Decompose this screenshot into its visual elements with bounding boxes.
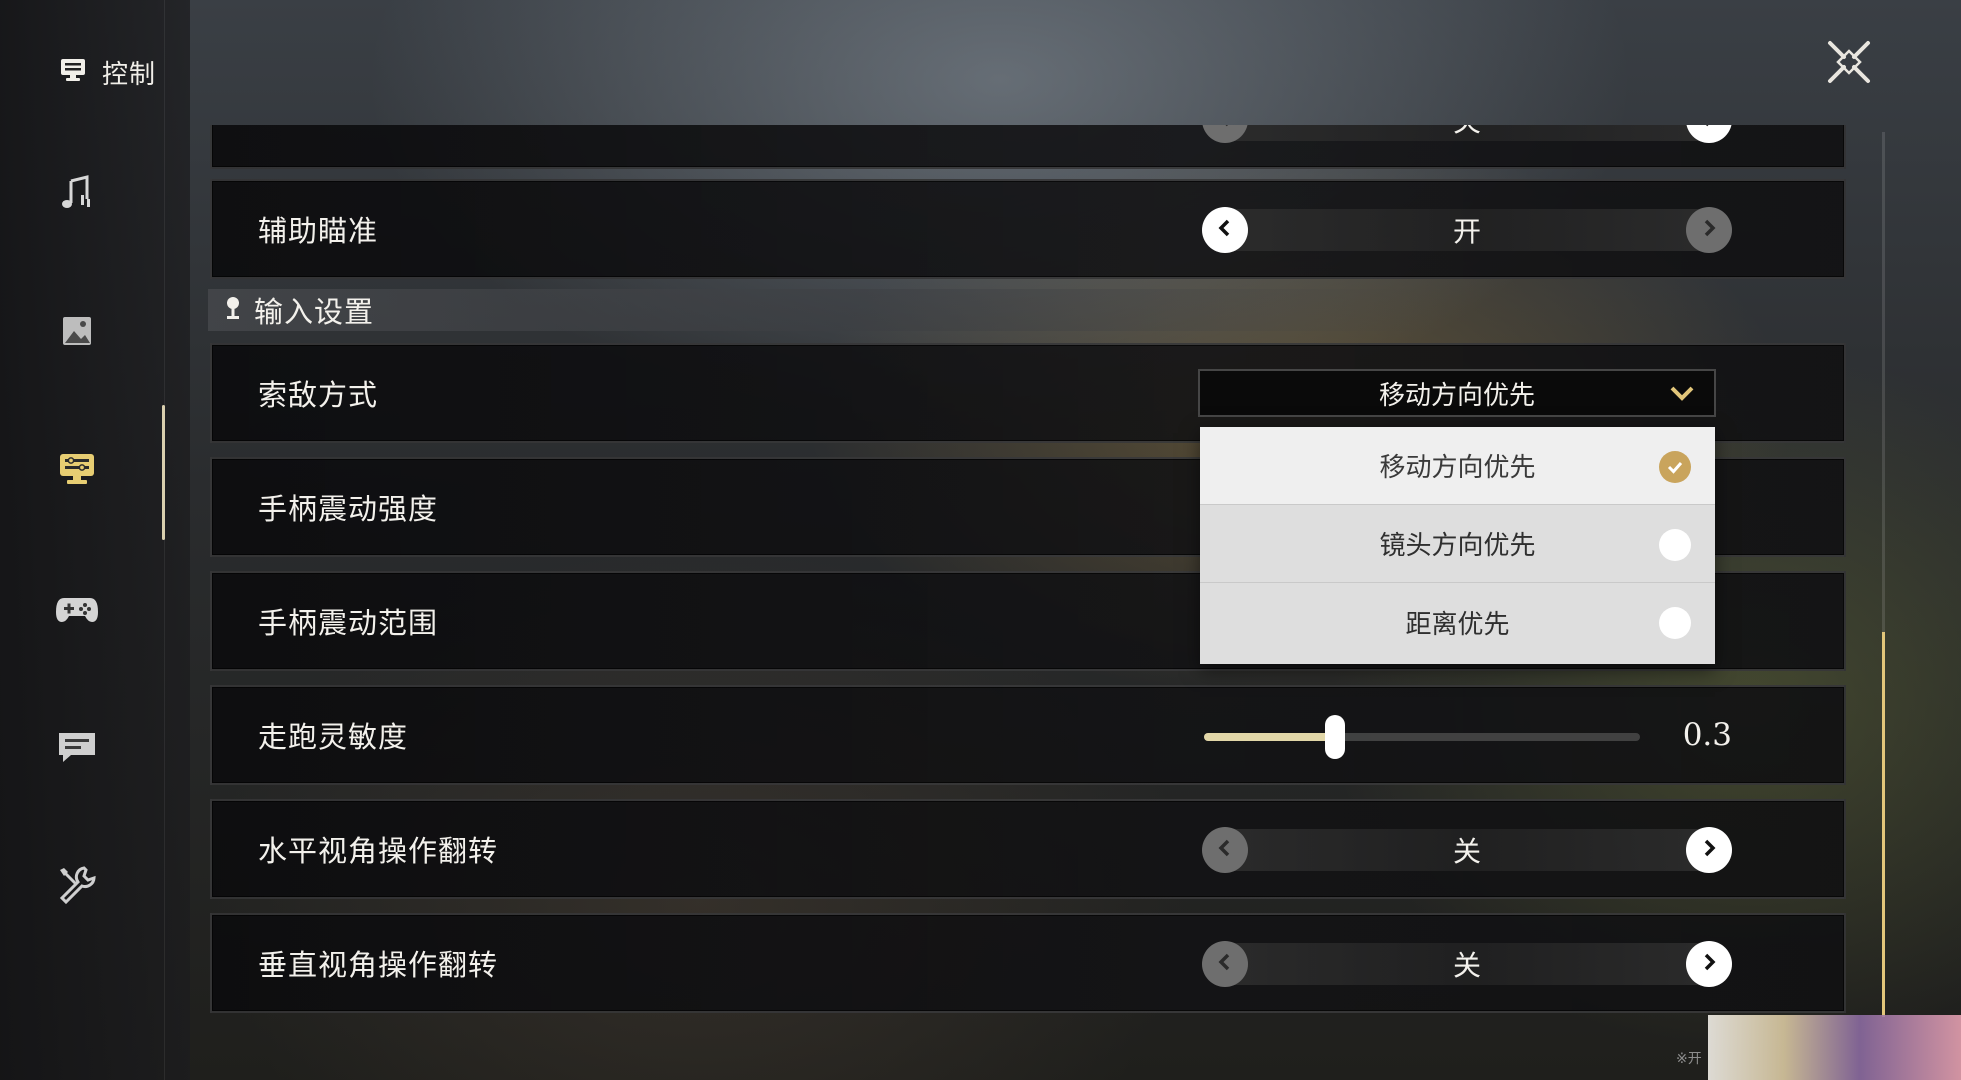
invert-vertical-toggle: 关: [1202, 941, 1732, 987]
gamepad-icon: [54, 588, 100, 632]
check-icon: [1659, 451, 1691, 483]
chevron-right-icon: [1699, 838, 1719, 862]
chevron-down-icon: [1668, 381, 1696, 405]
slider-thumb[interactable]: [1324, 715, 1345, 759]
control-settings-icon: [58, 55, 88, 89]
next-option-button[interactable]: [1686, 941, 1732, 987]
invert-horizontal-toggle: 关: [1202, 827, 1732, 873]
toggle-value: 关: [1452, 949, 1481, 982]
chat-bubble-icon: [55, 727, 99, 771]
sidebar-item-graphics[interactable]: [52, 308, 102, 358]
chevron-right-icon: [1699, 218, 1719, 242]
close-icon: [1824, 37, 1874, 91]
chevron-left-icon: [1215, 218, 1235, 242]
toggle-value: 关: [1248, 125, 1686, 143]
settings-row-partial: 关: [210, 125, 1846, 169]
target-mode-options: 移动方向优先 镜头方向优先 距离优先: [1200, 427, 1715, 664]
music-note-icon: [57, 173, 97, 217]
radio-unchecked-icon: [1659, 607, 1691, 639]
setting-label: 手柄震动范围: [258, 606, 439, 640]
radio-unchecked-icon: [1659, 529, 1691, 561]
setting-label: 水平视角操作翻转: [258, 834, 499, 868]
sidebar-item-control[interactable]: [52, 446, 102, 496]
corner-overlay-image: [1708, 1015, 1961, 1080]
section-title: 输入设置: [254, 295, 375, 329]
setting-label: 辅助瞄准: [258, 214, 379, 248]
sidebar-item-other[interactable]: [52, 862, 102, 912]
toggle-value: 开: [1452, 215, 1481, 248]
slider-value: 0.3: [1682, 717, 1732, 753]
target-mode-dropdown[interactable]: 移动方向优先: [1198, 369, 1716, 417]
footnote: ※开: [1676, 1051, 1702, 1067]
sidebar-item-audio[interactable]: [52, 170, 102, 220]
prev-option-button[interactable]: [1202, 207, 1248, 253]
scrollbar-thumb[interactable]: [1882, 632, 1885, 1017]
chevron-left-icon: [1215, 838, 1235, 862]
prev-option-button[interactable]: [1202, 827, 1248, 873]
partial-toggle: 关: [1202, 125, 1732, 143]
control-settings-icon: [56, 448, 98, 494]
settings-row-invert-vertical: 垂直视角操作翻转 关: [210, 913, 1846, 1013]
sidebar: 控制: [0, 0, 190, 1080]
sidebar-divider: [164, 0, 165, 1080]
close-button[interactable]: [1823, 38, 1875, 90]
dropdown-selected-value: 移动方向优先: [1378, 380, 1535, 411]
tools-icon: [56, 864, 98, 910]
dropdown-option[interactable]: 镜头方向优先: [1200, 505, 1715, 583]
slider-fill: [1204, 733, 1335, 741]
page-header: 控制: [58, 52, 156, 92]
chevron-left-icon: [1215, 125, 1235, 132]
active-nav-indicator: [162, 405, 165, 540]
setting-label: 手柄震动强度: [258, 492, 439, 526]
image-icon: [57, 311, 97, 355]
sensitivity-slider[interactable]: [1204, 715, 1640, 759]
setting-label: 走跑灵敏度: [258, 720, 409, 754]
section-header-input: 输入设置: [208, 289, 1848, 331]
dropdown-option[interactable]: 距离优先: [1200, 583, 1715, 661]
prev-option-button[interactable]: [1202, 941, 1248, 987]
sidebar-item-gamepad[interactable]: [52, 585, 102, 635]
dropdown-option[interactable]: 移动方向优先: [1200, 427, 1715, 505]
pin-icon: [222, 295, 244, 325]
toggle-value: 关: [1452, 835, 1481, 868]
chevron-right-icon: [1699, 125, 1719, 132]
setting-label: 索敌方式: [258, 378, 379, 412]
chevron-right-icon: [1699, 952, 1719, 976]
settings-list: 关 辅助瞄准 开 输入设置 索敌方式 手柄震动强度: [208, 125, 1848, 1025]
settings-row-aim-assist: 辅助瞄准 开: [210, 179, 1846, 279]
sidebar-item-language[interactable]: [52, 724, 102, 774]
chevron-left-icon: [1215, 952, 1235, 976]
next-option-button[interactable]: [1686, 207, 1732, 253]
page-title: 控制: [102, 59, 157, 90]
next-option-button[interactable]: [1686, 827, 1732, 873]
setting-label: 垂直视角操作翻转: [258, 948, 499, 982]
settings-row-run-sensitivity: 走跑灵敏度 0.3: [210, 685, 1846, 785]
aim-assist-toggle: 开: [1202, 207, 1732, 253]
settings-row-invert-horizontal: 水平视角操作翻转 关: [210, 799, 1846, 899]
